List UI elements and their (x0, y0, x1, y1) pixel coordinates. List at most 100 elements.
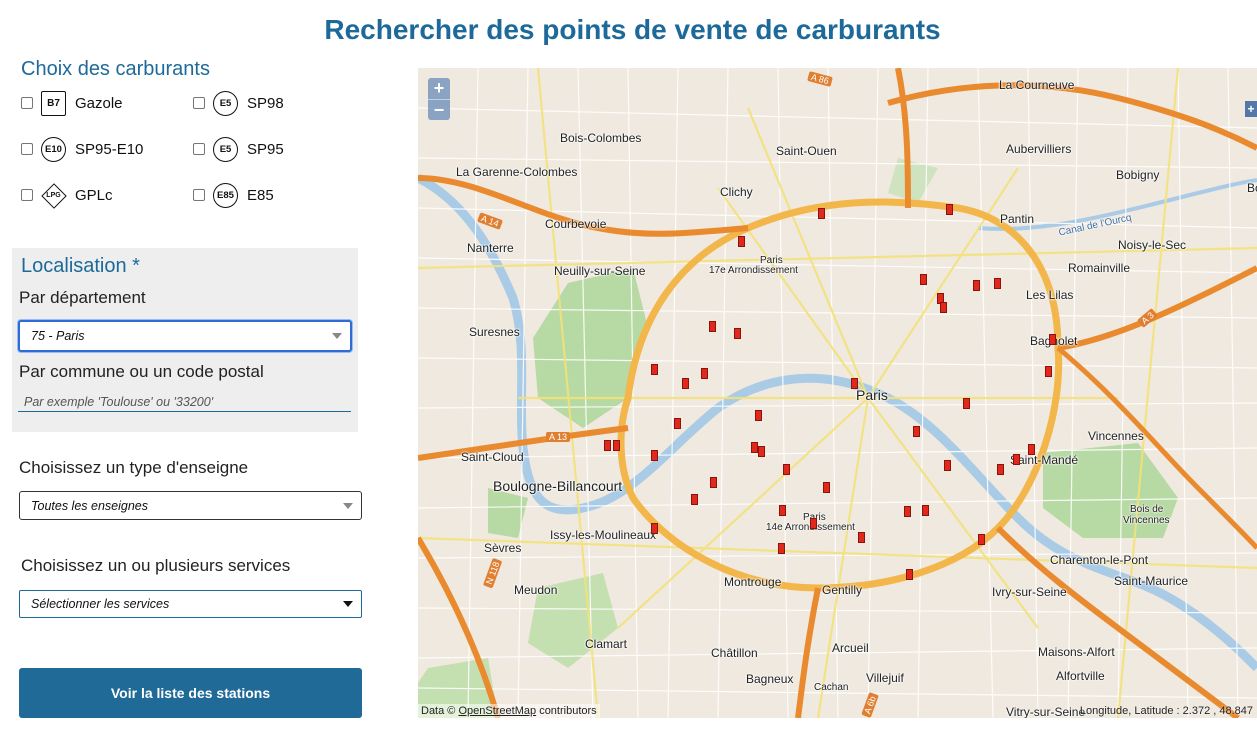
fuel-station-marker[interactable] (709, 321, 716, 332)
fuel-station-marker[interactable] (682, 378, 689, 389)
map-place-label: La Courneuve (999, 78, 1075, 92)
fuel-option-gplc[interactable]: LPG GPLc (21, 180, 113, 210)
fuel-station-marker[interactable] (963, 398, 970, 409)
fuel-station-marker[interactable] (651, 364, 658, 375)
fuel-station-marker[interactable] (1013, 454, 1020, 465)
fuel-station-marker[interactable] (1049, 334, 1056, 345)
fuel-station-marker[interactable] (779, 505, 786, 516)
map-place-label: Arcueil (832, 641, 869, 655)
department-select[interactable]: 75 - Paris (18, 320, 352, 352)
mouse-coordinates: Longitude, Latitude : 2.372 , 48.847 (1079, 705, 1253, 717)
zoom-in-button[interactable]: + (428, 78, 450, 99)
fuel-station-marker[interactable] (778, 543, 785, 554)
map-place-label: Montrouge (724, 575, 782, 589)
chevron-down-icon (343, 601, 353, 607)
enseigne-select[interactable]: Toutes les enseignes (19, 491, 362, 520)
fuel-station-marker[interactable] (922, 505, 929, 516)
fuel-station-marker[interactable] (651, 523, 658, 534)
map-place-label: Saint-Ouen (776, 144, 837, 158)
fuel-label: Gazole (75, 94, 123, 112)
fuel-option-e85[interactable]: E85 E85 (193, 180, 274, 210)
fuel-station-marker[interactable] (701, 368, 708, 379)
map-place-label: Boulogne-Billancourt (493, 478, 623, 494)
zoom-control: + − (428, 78, 450, 120)
lpg-badge-text: LPG (46, 191, 61, 199)
fuel-station-marker[interactable] (758, 446, 765, 457)
commune-label: Par commune ou un code postal (19, 362, 264, 381)
map-place-label: Bois de (1130, 504, 1164, 515)
fuel-station-marker[interactable] (858, 532, 865, 543)
fuel-checkbox[interactable] (21, 143, 33, 155)
fuel-label: E85 (247, 186, 274, 204)
fuel-station-marker[interactable] (651, 450, 658, 461)
map-place-label: Suresnes (469, 325, 520, 339)
fuel-station-marker[interactable] (674, 418, 681, 429)
b7-fuel-icon: B7 (41, 90, 66, 116)
fuel-station-marker[interactable] (994, 278, 1001, 289)
fuel-station-marker[interactable] (783, 464, 790, 475)
fuel-station-marker[interactable] (810, 518, 817, 529)
fuel-checkbox[interactable] (193, 143, 205, 155)
map-place-label: 17e Arrondissement (709, 265, 798, 276)
map-place-label: Saint-Cloud (461, 450, 524, 464)
e5-fuel-icon: E5 (213, 90, 238, 116)
fuel-station-marker[interactable] (997, 464, 1004, 475)
fuel-station-marker[interactable] (978, 534, 985, 545)
fuel-station-marker[interactable] (1028, 444, 1035, 455)
fuel-option-sp95[interactable]: E5 SP95 (193, 134, 284, 164)
map-place-label: Bagneux (746, 672, 794, 686)
map-place-label: Ivry-sur-Seine (992, 585, 1067, 599)
fuel-station-marker[interactable] (920, 274, 927, 285)
map-place-label: Charenton-le-Pont (1050, 553, 1149, 567)
view-stations-button[interactable]: Voir la liste des stations (19, 668, 362, 718)
zoom-out-button[interactable]: − (428, 99, 450, 120)
fuel-station-marker[interactable] (755, 410, 762, 421)
fuel-station-marker[interactable] (973, 280, 980, 291)
commune-input[interactable] (18, 392, 351, 412)
map-attribution: Data © OpenStreetMap contributors (418, 704, 600, 718)
fuel-station-marker[interactable] (751, 442, 758, 453)
map-place-label: Meudon (514, 583, 558, 597)
map-place-label: Vincennes (1088, 429, 1144, 443)
fuel-station-marker[interactable] (604, 440, 611, 451)
map-place-label: Sèvres (484, 541, 522, 555)
fuel-station-marker[interactable] (710, 477, 717, 488)
fuel-checkbox[interactable] (193, 189, 205, 201)
fuel-option-gazole[interactable]: B7 Gazole (21, 88, 123, 118)
fuel-station-marker[interactable] (913, 426, 920, 437)
fuel-station-marker[interactable] (818, 208, 825, 219)
fuel-station-marker[interactable] (851, 378, 858, 389)
fuel-station-marker[interactable] (944, 460, 951, 471)
fuel-checkbox[interactable] (21, 97, 33, 109)
map-view[interactable]: + − + A 86 A 14 A 13 N 118 A 3 A 6b Cana… (418, 68, 1257, 718)
map-place-label: Pantin (1000, 212, 1035, 226)
map-place-label: Vitry-sur-Seine (1006, 705, 1086, 718)
map-place-label: Vincennes (1123, 515, 1170, 526)
fuel-station-marker[interactable] (904, 506, 911, 517)
fuel-station-marker[interactable] (691, 494, 698, 505)
map-place-label: Bobigny (1116, 168, 1160, 182)
fuel-station-marker[interactable] (940, 302, 947, 313)
e85-fuel-icon: E85 (213, 182, 238, 208)
fuel-checkbox[interactable] (21, 189, 33, 201)
fuel-checkbox[interactable] (193, 97, 205, 109)
fuel-option-sp98[interactable]: E5 SP98 (193, 88, 284, 118)
enseigne-select-value: Toutes les enseignes (31, 498, 148, 513)
attribution-suffix: contributors (539, 705, 597, 717)
fuel-station-marker[interactable] (738, 236, 745, 247)
fuel-station-marker[interactable] (906, 569, 913, 580)
fuel-station-marker[interactable] (823, 482, 830, 493)
services-select[interactable]: Sélectionner les services (19, 590, 362, 618)
fuel-label: SP95-E10 (75, 140, 144, 158)
map-place-label: La Garenne-Colombes (456, 165, 578, 179)
fuel-station-marker[interactable] (734, 328, 741, 339)
openstreetmap-link[interactable]: OpenStreetMap (458, 705, 536, 717)
map-place-label: Saint-Maurice (1114, 574, 1189, 588)
map-place-label: Les Lilas (1026, 288, 1074, 302)
layer-switcher-button[interactable]: + (1245, 101, 1257, 117)
fuel-option-sp95-e10[interactable]: E10 SP95-E10 (21, 134, 143, 164)
fuel-station-marker[interactable] (613, 440, 620, 451)
fuel-station-marker[interactable] (946, 204, 953, 215)
fuel-station-marker[interactable] (1045, 366, 1052, 377)
map-place-label: Bois-Colombes (560, 131, 642, 145)
